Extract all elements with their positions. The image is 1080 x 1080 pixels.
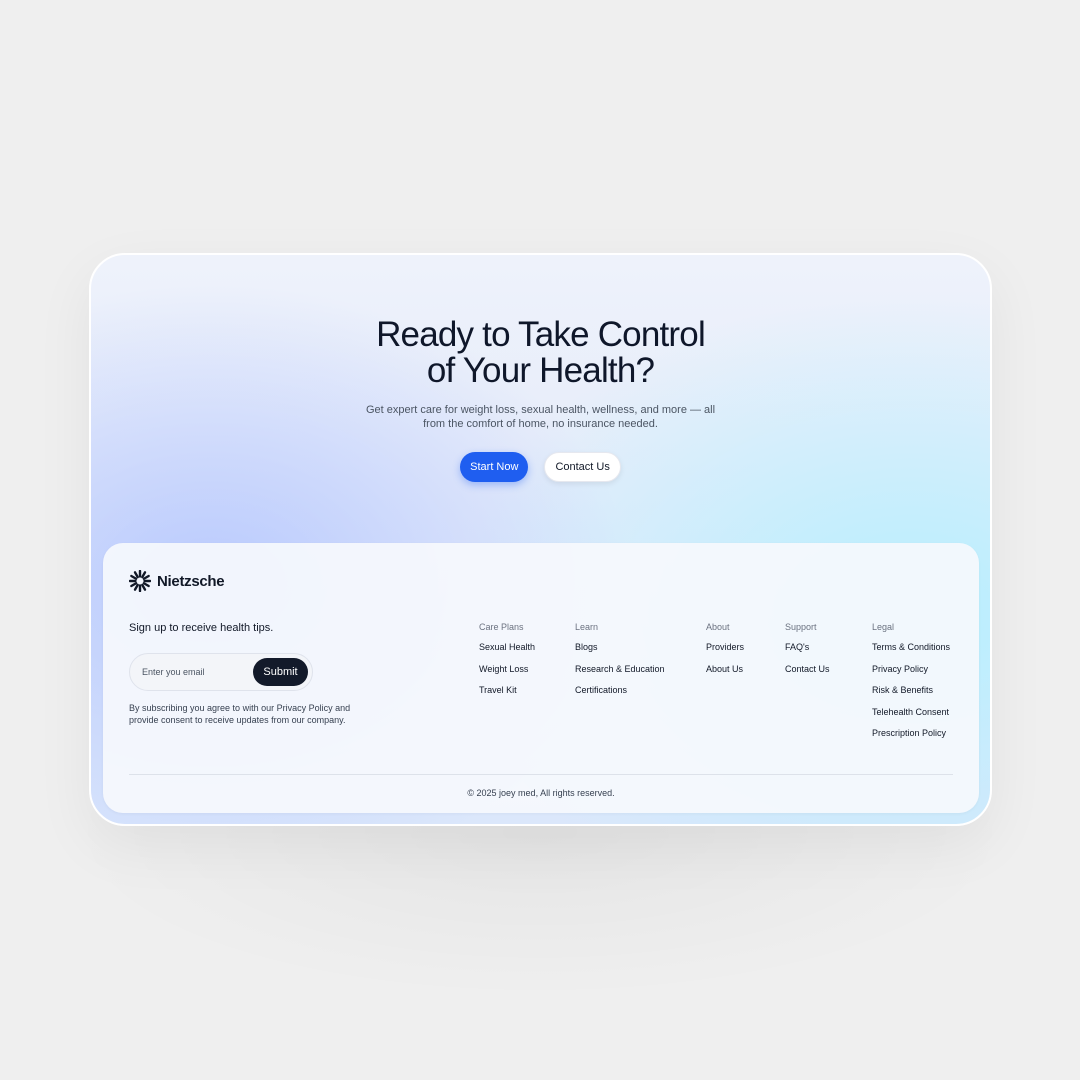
- footer-column-legal: Legal Terms & Conditions Privacy Policy …: [872, 622, 950, 749]
- email-input[interactable]: [142, 667, 252, 677]
- brand-name: Nietzsche: [157, 572, 225, 590]
- footer-link-certifications[interactable]: Certifications: [575, 684, 665, 696]
- column-title: Care Plans: [479, 622, 524, 632]
- footer-link-research-education[interactable]: Research & Education: [575, 663, 665, 675]
- footer-link-risk-benefits[interactable]: Risk & Benefits: [872, 684, 950, 696]
- site-footer: Nietzsche Sign up to receive health tips…: [103, 543, 979, 813]
- logo-ray: [142, 574, 150, 580]
- start-now-button[interactable]: Start Now: [460, 452, 529, 482]
- hero-title-line1: Ready to Take Control: [376, 315, 706, 354]
- email-form: Submit: [129, 653, 313, 691]
- footer-link-providers[interactable]: Providers: [706, 641, 744, 653]
- footer-link-blogs[interactable]: Blogs: [575, 641, 665, 653]
- column-title: Learn: [575, 622, 599, 632]
- column-title: About: [706, 622, 730, 632]
- hero-title: Ready to Take Control of Your Health?: [91, 317, 990, 389]
- contact-us-button[interactable]: Contact Us: [544, 452, 621, 482]
- footer-column-care-plans: Care Plans Sexual Health Weight Loss Tra…: [479, 622, 535, 706]
- logo-ray: [141, 571, 147, 579]
- footer-link-travel-kit[interactable]: Travel Kit: [479, 684, 535, 696]
- footer-column-learn: Learn Blogs Research & Education Certifi…: [575, 622, 665, 706]
- footer-column-support: Support FAQ's Contact Us: [785, 622, 830, 684]
- footer-link-faqs[interactable]: FAQ's: [785, 641, 830, 653]
- hero-section: Ready to Take Control of Your Health? Ge…: [91, 317, 990, 482]
- newsletter-signup: Sign up to receive health tips. Submit B…: [129, 622, 389, 726]
- copyright-text: © 2025 joey med, All rights reserved.: [467, 788, 615, 798]
- signup-title: Sign up to receive health tips.: [129, 622, 274, 634]
- consent-text: By subscribing you agree to with our Pri…: [129, 703, 351, 725]
- cta-card: Ready to Take Control of Your Health? Ge…: [89, 253, 992, 826]
- hero-cta-group: Start Now Contact Us: [91, 452, 990, 482]
- submit-button[interactable]: Submit: [253, 658, 308, 686]
- footer-link-contact-us[interactable]: Contact Us: [785, 663, 830, 675]
- hero-title-line2: of Your Health?: [426, 351, 655, 390]
- footer-divider: [129, 774, 953, 775]
- column-title: Support: [785, 622, 817, 632]
- footer-link-telehealth-consent[interactable]: Telehealth Consent: [872, 706, 950, 718]
- footer-link-privacy-policy[interactable]: Privacy Policy: [872, 663, 950, 675]
- logo-ray: [141, 583, 147, 591]
- sunburst-logo-icon: [129, 570, 151, 592]
- footer-link-prescription-policy[interactable]: Prescription Policy: [872, 727, 950, 739]
- footer-link-about-us[interactable]: About Us: [706, 663, 744, 675]
- hero-subtitle: Get expert care for weight loss, sexual …: [365, 404, 716, 430]
- logo-ray: [142, 582, 150, 588]
- column-title: Legal: [872, 622, 895, 632]
- logo-ray: [133, 571, 139, 579]
- logo-ray: [133, 583, 139, 591]
- brand-logo[interactable]: Nietzsche: [129, 570, 225, 592]
- logo-ray: [130, 574, 138, 580]
- footer-link-sexual-health[interactable]: Sexual Health: [479, 641, 535, 653]
- logo-ray: [130, 582, 138, 588]
- footer-link-terms[interactable]: Terms & Conditions: [872, 641, 950, 653]
- footer-link-weight-loss[interactable]: Weight Loss: [479, 663, 535, 675]
- footer-column-about: About Providers About Us: [706, 622, 744, 684]
